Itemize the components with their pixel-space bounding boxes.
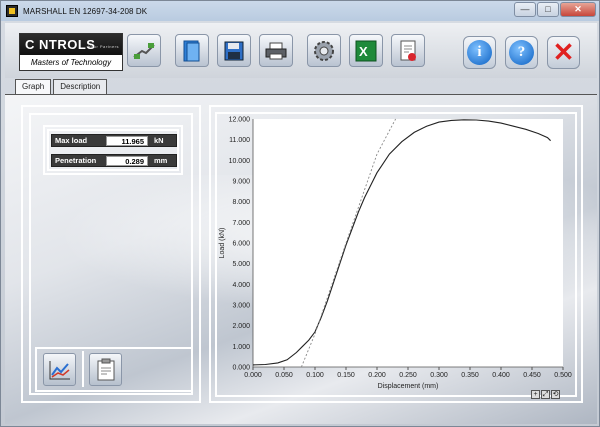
- app-window: MARSHALL EN 12697-34-208 DK — □ ✕ C NTRO…: [0, 0, 600, 427]
- x-tick-label: 0.100: [306, 372, 324, 379]
- y-tick-label: 8.000: [232, 199, 250, 206]
- x-tick-label: 0.250: [399, 372, 417, 379]
- zoom-in-icon[interactable]: +: [531, 390, 540, 399]
- y-tick-label: 6.000: [232, 241, 250, 248]
- x-tick-label: 0.300: [430, 372, 448, 379]
- y-tick-label: 12.000: [229, 117, 251, 124]
- y-tick-label: 5.000: [232, 261, 250, 268]
- y-tick-label: 2.000: [232, 323, 250, 330]
- x-tick-label: 0.500: [554, 372, 572, 379]
- load-curve: [252, 119, 551, 366]
- y-tick-label: 0.000: [232, 365, 250, 372]
- y-tick-label: 3.000: [232, 303, 250, 310]
- y-axis-label: Load (kN): [219, 228, 226, 259]
- load-displacement-chart: 0.000 0.050 0.100 0.150 0.200 0.250 0.300 0.350…: [219, 117, 572, 391]
- x-tick-label: 0.450: [523, 372, 541, 379]
- axis-lines: [252, 119, 563, 368]
- x-tick-label: 0.200: [368, 372, 386, 379]
- x-tick-label: 0.150: [337, 372, 355, 379]
- x-tick-label: 0.000: [244, 372, 262, 379]
- zoom-reset-icon[interactable]: ⟲: [551, 390, 560, 399]
- y-tick-label: 9.000: [232, 179, 250, 186]
- zoom-fit-icon[interactable]: ⤢: [541, 390, 550, 399]
- x-tick-label: 0.050: [275, 372, 293, 379]
- x-tick-label: 0.350: [461, 372, 479, 379]
- y-tick-label: 1.000: [232, 344, 250, 351]
- y-tick-label: 7.000: [232, 220, 250, 227]
- y-tick-label: 4.000: [232, 282, 250, 289]
- x-axis-label: Displacement (mm): [378, 383, 439, 390]
- zoom-toolbar: + ⤢ ⟲: [531, 390, 560, 399]
- y-tick-label: 10.000: [229, 158, 251, 165]
- x-tick-label: 0.400: [492, 372, 510, 379]
- y-tick-label: 11.000: [229, 137, 250, 144]
